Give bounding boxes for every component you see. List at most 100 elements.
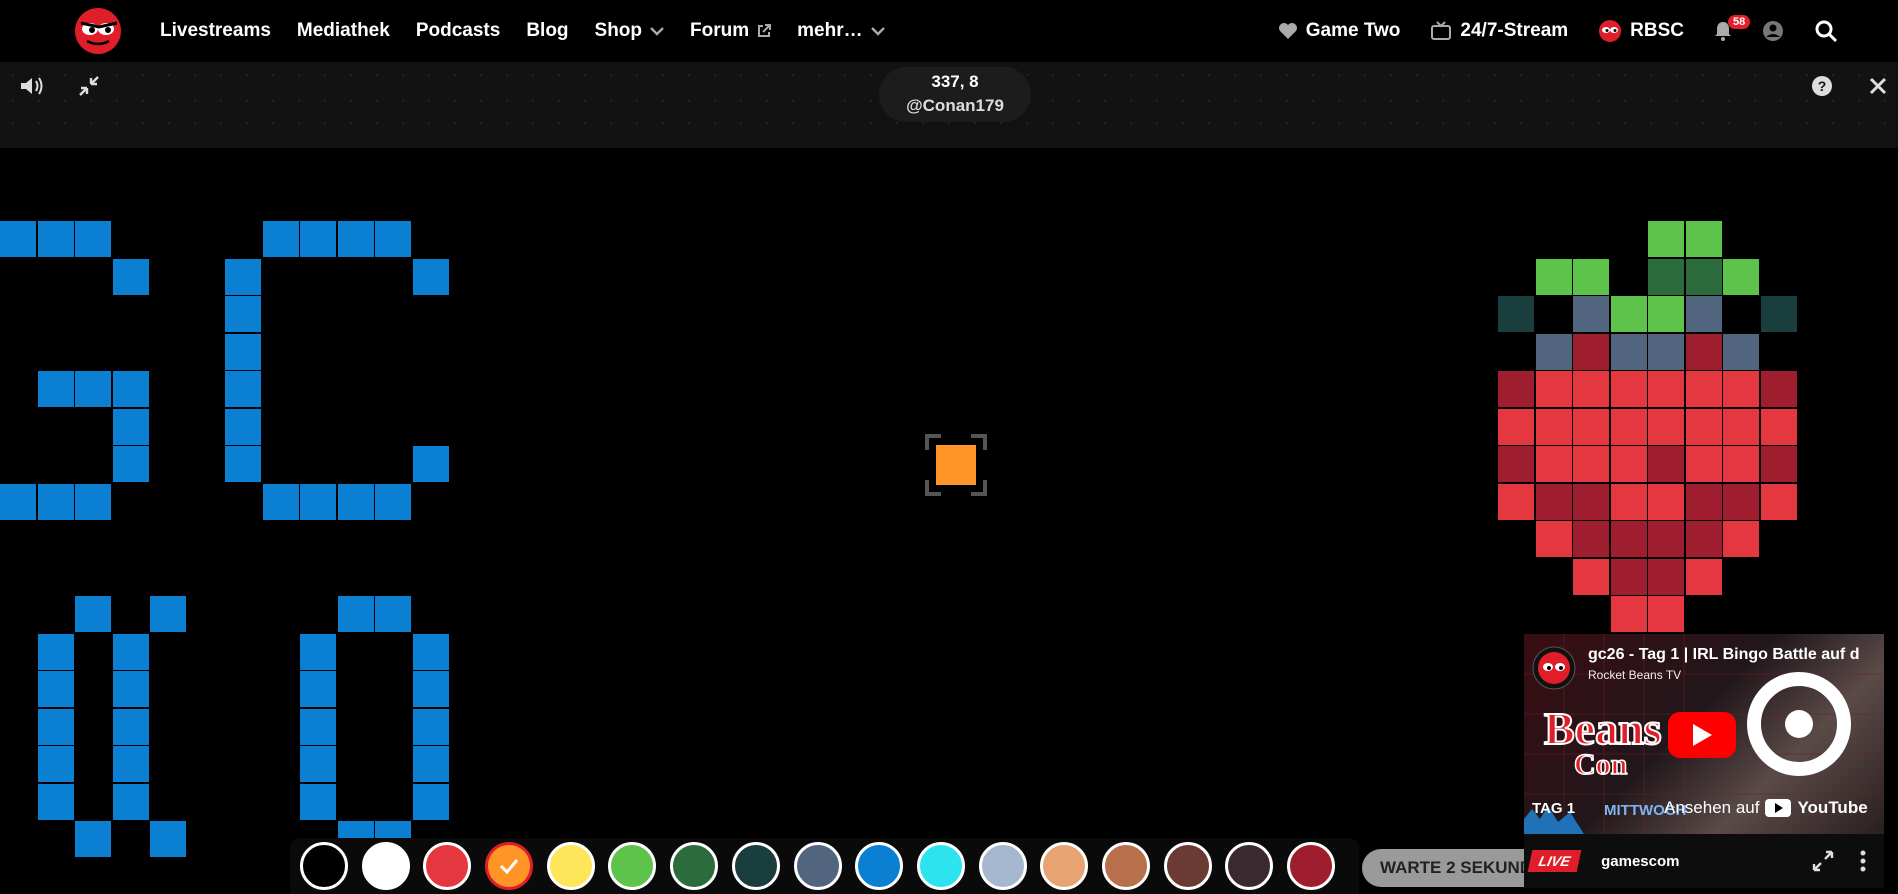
overlay-day: TAG 1: [1532, 800, 1576, 817]
rocketbeans-logo[interactable]: [73, 7, 123, 55]
canvas-pixel: [1760, 371, 1797, 407]
notification-count: 58: [1728, 15, 1751, 29]
palette-swatch[interactable]: [1101, 842, 1150, 890]
placement-cursor[interactable]: [925, 434, 987, 496]
video-channel[interactable]: Rocket Beans TV: [1588, 668, 1681, 682]
video-thumbnail[interactable]: Beans Con gc26 - Tag 1 | IRL Bingo Battl…: [1524, 634, 1884, 834]
help-icon: ?: [1812, 76, 1832, 96]
close-icon: [1869, 77, 1887, 95]
nav-24-7-stream[interactable]: 24/7-Stream: [1430, 20, 1568, 42]
notifications-button[interactable]: 58: [1714, 15, 1751, 41]
palette-swatch[interactable]: [1287, 842, 1335, 890]
mini-video-player[interactable]: Beans Con gc26 - Tag 1 | IRL Bingo Battl…: [1524, 634, 1884, 888]
video-menu-button[interactable]: [1848, 846, 1878, 876]
stream-event-name[interactable]: gamescom: [1601, 853, 1808, 870]
palette-swatch[interactable]: [300, 842, 348, 890]
palette-swatch[interactable]: [1225, 842, 1274, 890]
canvas-pixel: [1535, 258, 1572, 295]
canvas-pixel: [1723, 258, 1759, 295]
palette-swatch[interactable]: [423, 842, 472, 890]
palette-swatch[interactable]: [546, 842, 595, 890]
canvas-pixel: [1610, 333, 1647, 370]
canvas-pixel: [1498, 296, 1534, 332]
canvas-pixel: [1648, 483, 1684, 520]
canvas-pixel: [1685, 371, 1722, 407]
canvas-pixel: [112, 446, 149, 482]
nav-right: Game Two 24/7-Stream RBSC 58: [1248, 0, 1838, 62]
canvas-pixel: [375, 596, 411, 632]
canvas-pixel: [112, 633, 149, 670]
account-button[interactable]: [1762, 20, 1784, 42]
close-button[interactable]: [1863, 71, 1893, 101]
canvas-pixel: [225, 333, 261, 370]
canvas-pixel: [1685, 296, 1722, 332]
collapse-button[interactable]: [74, 71, 104, 101]
canvas-pixel: [1610, 446, 1647, 482]
canvas-pixel: [37, 708, 74, 745]
video-title[interactable]: gc26 - Tag 1 | IRL Bingo Battle auf d: [1588, 646, 1878, 664]
canvas-pixel: [112, 408, 149, 445]
palette-swatch[interactable]: [608, 842, 657, 890]
watch-on-youtube[interactable]: Ansehen auf YouTube: [1664, 798, 1868, 818]
palette-swatch[interactable]: [916, 842, 965, 890]
canvas-pixel: [412, 708, 449, 745]
sound-button[interactable]: [17, 71, 47, 101]
canvas-pixel: [225, 446, 261, 482]
help-button[interactable]: ?: [1807, 71, 1837, 101]
canvas-pixel: [1685, 446, 1722, 482]
nav-podcasts[interactable]: Podcasts: [416, 20, 500, 42]
canvas-pixel: [1498, 483, 1534, 520]
tv-icon: [1431, 21, 1452, 40]
nav-shop[interactable]: Shop: [595, 20, 665, 42]
nav-rbsc[interactable]: RBSC: [1598, 19, 1684, 43]
user-icon: [1763, 21, 1783, 41]
palette-swatch[interactable]: [793, 842, 842, 890]
nav-forum[interactable]: Forum: [690, 20, 772, 42]
palette-swatch[interactable]: [1040, 842, 1089, 890]
canvas-pixel: [1723, 333, 1759, 370]
nav-livestreams[interactable]: Livestreams: [160, 20, 271, 42]
canvas-pixel: [37, 746, 74, 782]
channel-avatar[interactable]: [1532, 646, 1576, 690]
palette-swatch[interactable]: [978, 842, 1027, 890]
svg-text:?: ?: [1818, 78, 1827, 94]
nav-blog[interactable]: Blog: [526, 20, 568, 42]
speaker-icon: [21, 77, 43, 95]
canvas-pixel: [112, 708, 149, 745]
canvas-pixel: [1723, 521, 1759, 557]
nav-mediathek[interactable]: Mediathek: [297, 20, 390, 42]
expand-video-button[interactable]: [1808, 846, 1838, 876]
canvas-pixel: [300, 483, 336, 520]
canvas-pixel: [1498, 371, 1534, 407]
canvas-pixel: [75, 371, 111, 407]
canvas-pixel: [1498, 408, 1534, 445]
search-button[interactable]: [1814, 19, 1838, 43]
nav-game-two[interactable]: Game Two: [1278, 20, 1400, 42]
canvas-pixel: [1648, 258, 1684, 295]
canvas-pixel: [112, 746, 149, 782]
canvas-pixel: [1648, 221, 1684, 257]
canvas-pixel: [1648, 408, 1684, 445]
canvas-pixel: [1610, 408, 1647, 445]
nav-more[interactable]: mehr…: [797, 20, 885, 42]
palette-swatch[interactable]: [1163, 842, 1212, 890]
palette-swatch[interactable]: [485, 842, 534, 890]
canvas-pixel: [1573, 521, 1609, 557]
coordinate-display: 337, 8 @Conan179: [879, 67, 1031, 122]
canvas-pixel: [337, 596, 374, 632]
canvas-pixel: [1535, 483, 1572, 520]
canvas-pixel: [1648, 521, 1684, 557]
palette-swatch[interactable]: [361, 842, 410, 890]
color-palette: [290, 838, 1359, 894]
canvas-pixel: [1535, 446, 1572, 482]
palette-swatch[interactable]: [855, 842, 904, 890]
canvas-pixel: [1610, 296, 1647, 332]
canvas-pixel: [75, 596, 111, 632]
expand-icon: [1812, 850, 1834, 872]
play-button[interactable]: [1668, 712, 1736, 758]
palette-swatch[interactable]: [670, 842, 719, 890]
palette-swatch[interactable]: [731, 842, 780, 890]
canvas-pixel: [37, 671, 74, 707]
canvas-pixel: [1685, 258, 1722, 295]
canvas-pixel: [112, 258, 149, 295]
